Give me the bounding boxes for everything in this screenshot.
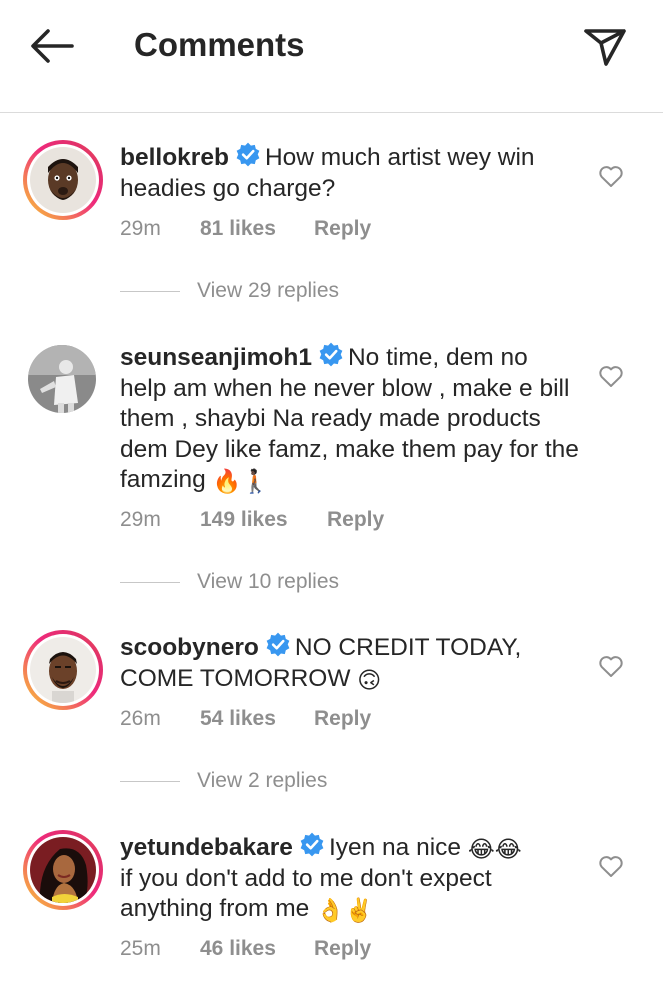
avatar[interactable] (23, 830, 103, 910)
replies-divider-line (120, 291, 180, 292)
comment-time: 25m (120, 937, 161, 960)
reply-button[interactable]: Reply (314, 705, 371, 733)
comment-body: yetundebakare Iyen na nice 😂😂 if you don't… (120, 832, 580, 925)
heart-icon[interactable] (598, 364, 624, 388)
comment-username[interactable]: yetundebakare (120, 834, 293, 861)
replies-divider-line (120, 781, 180, 782)
view-replies-label: View 29 replies (197, 279, 340, 302)
avatar[interactable] (23, 630, 103, 710)
avatar-photo (30, 147, 96, 213)
view-replies-label: View 2 replies (197, 769, 328, 792)
avatar[interactable] (23, 140, 103, 220)
verified-badge-icon (319, 342, 343, 367)
ok-victory-hand-emoji: 👌✌️ (316, 897, 374, 923)
comment-body: scoobynero NO CREDIT TODAY, COME TOMORROW… (120, 632, 580, 694)
comment-text-line2: if you don't add to me don't expect anyt… (120, 864, 492, 923)
arrow-left-icon (31, 29, 74, 63)
upside-down-face-emoji: 🙃 (357, 666, 382, 693)
view-replies-label: View 10 replies (197, 570, 340, 593)
comment-likes[interactable]: 54 likes (200, 705, 276, 733)
share-button[interactable] (582, 24, 628, 70)
comment-likes[interactable]: 149 likes (200, 506, 288, 534)
avatar-photo (28, 345, 96, 413)
reply-button[interactable]: Reply (314, 215, 371, 243)
avatar[interactable] (23, 340, 103, 420)
comment-username[interactable]: seunseanjimoh1 (120, 344, 312, 371)
comment-time: 26m (120, 707, 161, 730)
avatar-photo (30, 637, 96, 703)
comment-likes[interactable]: 46 likes (200, 935, 276, 963)
header-bar: Comments (0, 0, 663, 113)
replies-divider-line (120, 582, 180, 583)
comment-body: bellokreb How much artist wey win headies… (120, 142, 580, 204)
avatar-photo (30, 837, 96, 903)
comment-time: 29m (120, 217, 161, 240)
back-button[interactable] (26, 24, 78, 68)
heart-icon[interactable] (598, 654, 624, 678)
paper-plane-icon (584, 29, 626, 66)
laughing-tears-emoji: 😂😂 (467, 836, 522, 862)
fire-walking-emoji: 🔥🚶🏿 (212, 468, 270, 494)
verified-badge-icon (266, 632, 290, 657)
comment-likes[interactable]: 81 likes (200, 215, 276, 243)
comment-username[interactable]: bellokreb (120, 144, 229, 171)
comment-body: seunseanjimoh1 No time, dem no help am wh… (120, 342, 580, 496)
heart-icon[interactable] (598, 164, 624, 188)
heart-icon[interactable] (598, 854, 624, 878)
comment-time: 29m (120, 508, 161, 531)
comment-username[interactable]: scoobynero (120, 634, 259, 661)
comment-text-line1: Iyen na nice (328, 834, 462, 861)
reply-button[interactable]: Reply (327, 506, 384, 534)
page-title: Comments (134, 26, 305, 63)
verified-badge-icon (236, 142, 260, 167)
verified-badge-icon (300, 832, 324, 857)
reply-button[interactable]: Reply (314, 935, 371, 963)
